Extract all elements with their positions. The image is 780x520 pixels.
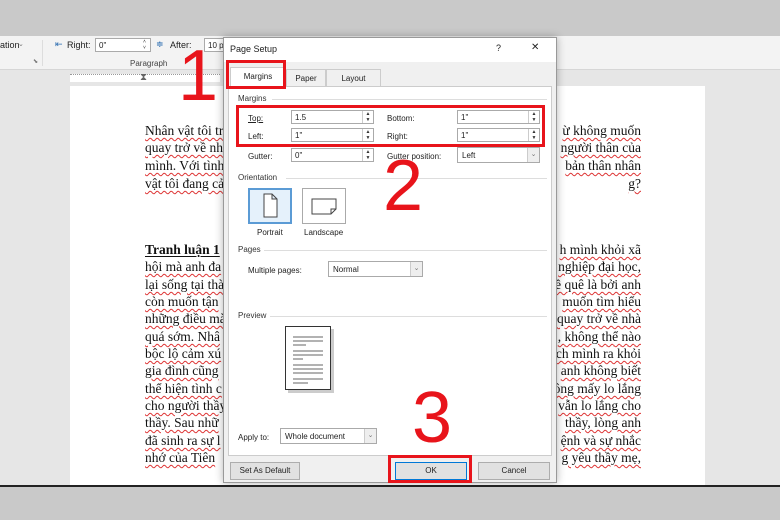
gutter-position-select[interactable]: Left ⌄ <box>457 147 540 163</box>
document-line: nghiệp đại học, <box>558 259 641 274</box>
preview-lines <box>293 336 323 384</box>
page-setup-dialog: Page Setup ? ✕ Margins Paper Layout Marg… <box>223 37 557 483</box>
document-line: quá sớm. Nhâ <box>145 329 221 344</box>
preview-page <box>285 326 331 390</box>
step-2-annotation: 2 <box>383 146 424 226</box>
apply-to-label: Apply to: <box>238 433 270 442</box>
document-line: thầy, lòng anh <box>565 415 641 430</box>
close-button[interactable]: ✕ <box>531 42 539 53</box>
document-line: ệnh và sự nhắc <box>560 433 641 448</box>
document-line: cho người thầy <box>145 398 227 413</box>
highlight-ok-button <box>388 455 472 483</box>
document-line: anh không biết <box>560 363 641 378</box>
step-1-annotation: 1 <box>178 36 219 116</box>
portrait-page-icon <box>263 193 278 218</box>
right-indent-label: Right: <box>67 40 91 50</box>
document-line: đã sinh ra sự l <box>145 433 221 448</box>
indentation-label: ation <box>0 40 20 50</box>
document-line: vật tôi đang cả <box>145 176 225 191</box>
gutter-input[interactable]: 0" ▲ ▼ <box>291 148 374 162</box>
landscape-page-icon <box>311 198 337 215</box>
document-line: lại sống tại thà <box>145 277 225 292</box>
gutter-label: Gutter: <box>248 152 273 161</box>
document-line: mình. Với tình <box>145 158 225 173</box>
multiple-pages-label: Multiple pages: <box>248 266 302 275</box>
document-line: ề quê là bởi anh <box>555 277 641 292</box>
dialog-title: Page Setup <box>230 44 278 54</box>
document-line: người thân của <box>560 140 641 155</box>
right-indent-input[interactable]: 0" ˄ ˅ <box>95 38 151 52</box>
portrait-button[interactable] <box>248 188 292 224</box>
document-line: thầy. Sau nhữ <box>145 415 219 430</box>
document-line: quay trở về nhà <box>557 311 641 326</box>
status-bar <box>0 485 780 520</box>
indent-right-icon: ⇤ <box>55 39 63 49</box>
document-line: bản thân nhân <box>565 158 641 173</box>
document-line: Nhân vật tôi tr <box>145 123 224 138</box>
document-line: , không thể nào <box>557 329 641 344</box>
document-line: quay trở về nh <box>145 140 223 155</box>
tab-paper[interactable]: Paper <box>286 69 326 87</box>
highlight-margins-tab <box>226 60 286 89</box>
document-line: nhớ của Tiên <box>145 450 216 465</box>
indent-marker-icon[interactable]: ⧗ <box>140 72 147 83</box>
divider <box>272 99 547 100</box>
document-line: ch mình ra khỏi <box>555 346 641 361</box>
tab-layout[interactable]: Layout <box>326 69 381 87</box>
document-line: muốn tìm hiểu <box>562 294 641 309</box>
document-line: h mình khỏi xã <box>559 242 641 257</box>
pages-section-label: Pages <box>238 245 261 254</box>
help-button[interactable]: ? <box>496 43 501 53</box>
document-line: gia đình cũng <box>145 363 219 378</box>
document-line: ừ không muốn <box>562 123 641 138</box>
divider <box>42 40 43 66</box>
dialog-launcher-icon[interactable]: ⬊ <box>33 58 38 65</box>
document-line: còn muốn tận <box>145 294 219 309</box>
apply-to-select[interactable]: Whole document ⌄ <box>280 428 377 444</box>
highlight-margin-inputs <box>236 105 545 147</box>
document-line: những điều mà <box>145 311 226 326</box>
multiple-pages-select[interactable]: Normal ⌄ <box>328 261 423 277</box>
chevron-down-icon[interactable]: ⌄ <box>18 40 24 48</box>
document-line: g yêu thầy mẹ, <box>561 450 641 465</box>
landscape-label: Landscape <box>304 228 344 237</box>
preview-section-label: Preview <box>238 311 267 320</box>
cancel-button[interactable]: Cancel <box>478 462 550 480</box>
document-line: thể hiện tình c <box>145 381 222 396</box>
margins-section-label: Margins <box>238 94 267 103</box>
portrait-label: Portrait <box>257 228 283 237</box>
landscape-button[interactable] <box>302 188 346 224</box>
step-3-annotation: 3 <box>412 378 453 458</box>
orientation-section-label: Orientation <box>238 173 278 182</box>
document-line: vẫn lo lắng cho <box>558 398 641 413</box>
divider <box>264 250 547 251</box>
document-line: Tranh luận 1 <box>145 242 220 257</box>
spacing-after-icon: ≑ <box>156 39 164 49</box>
document-line: hội mà anh đa <box>145 259 222 274</box>
document-line: ông mấy lo lắng <box>553 381 641 396</box>
document-line: bộc lộ cảm xú <box>145 346 222 361</box>
set-as-default-button[interactable]: Set As Default <box>230 462 300 480</box>
divider <box>270 316 547 317</box>
paragraph-group-label: Paragraph <box>130 59 168 68</box>
title-bar <box>0 0 780 36</box>
document-line: g? <box>628 176 641 191</box>
